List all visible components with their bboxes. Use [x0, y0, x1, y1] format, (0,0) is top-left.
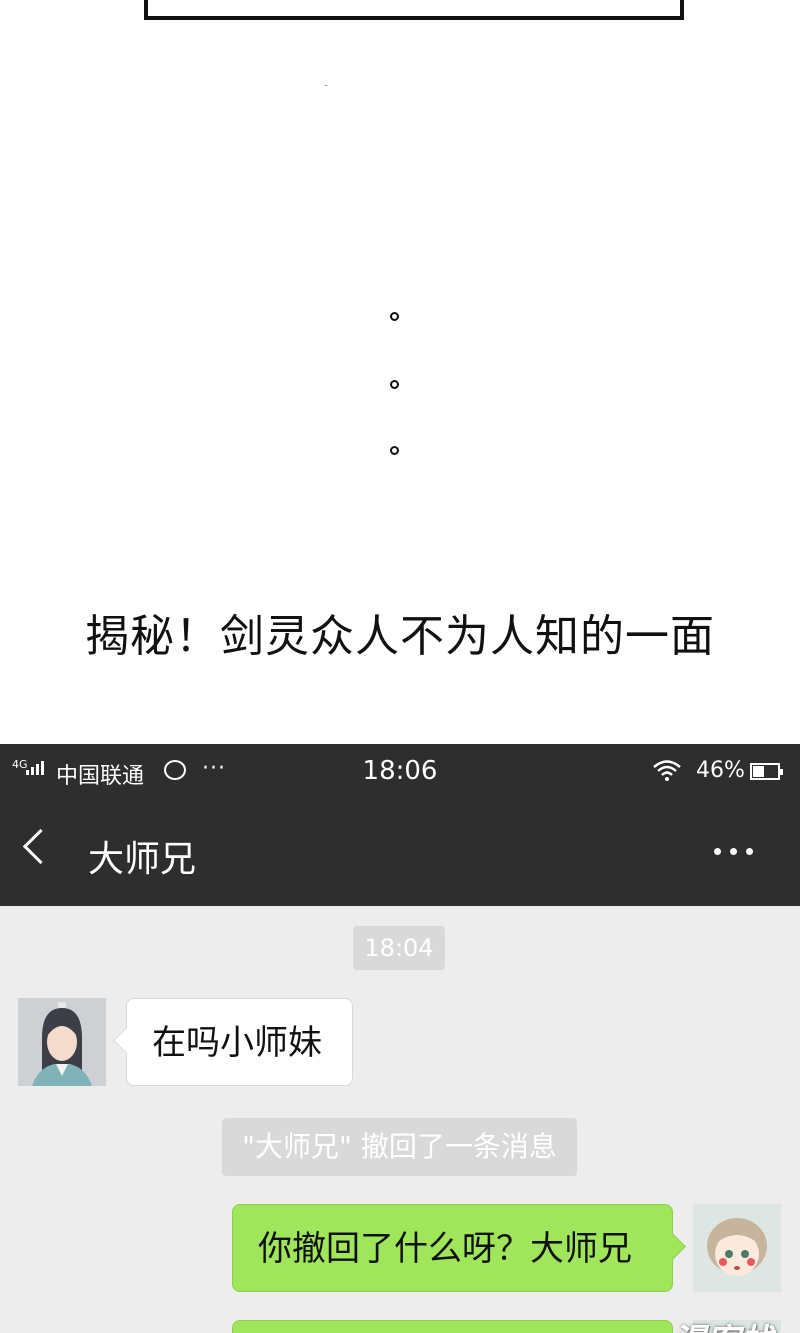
- incoming-message[interactable]: 在吗小师妹: [126, 998, 353, 1086]
- battery-percent: 46%: [696, 758, 745, 783]
- chat-title: 大师兄: [88, 839, 197, 880]
- ellipsis-dot-3: [390, 446, 399, 455]
- message-timestamp: 18:04: [353, 926, 445, 970]
- ellipsis-dot-1: [390, 312, 399, 321]
- more-dots-icon[interactable]: [714, 848, 753, 855]
- outgoing-message-partial[interactable]: [232, 1320, 673, 1333]
- chevron-left-icon[interactable]: [22, 828, 59, 865]
- comic-headline: 揭秘！剑灵众人不为人知的一面: [85, 611, 715, 662]
- avatar[interactable]: [18, 998, 106, 1086]
- wifi-icon: [653, 760, 681, 781]
- chat-header: 大师兄: [0, 802, 800, 906]
- comic-panel-frame: [144, 0, 684, 20]
- phone-screen: 4G 中国联通 ··· 18:06 46% 大师兄 18:04 在吗小师妹 "大…: [0, 744, 800, 1333]
- status-bar: 4G 中国联通 ··· 18:06 46%: [0, 744, 800, 802]
- ellipsis-dot-2: [390, 380, 399, 389]
- battery-icon: [750, 763, 783, 780]
- ink-speck: [325, 85, 327, 86]
- watermark: 漫客栈: [672, 1314, 774, 1333]
- junior-sister-avatar-icon: [693, 1204, 781, 1292]
- recall-notice: "大师兄" 撤回了一条消息: [222, 1118, 577, 1176]
- outgoing-message[interactable]: 你撤回了什么呀？大师兄: [232, 1204, 673, 1292]
- senior-brother-avatar-icon: [18, 998, 106, 1086]
- avatar[interactable]: [693, 1204, 781, 1292]
